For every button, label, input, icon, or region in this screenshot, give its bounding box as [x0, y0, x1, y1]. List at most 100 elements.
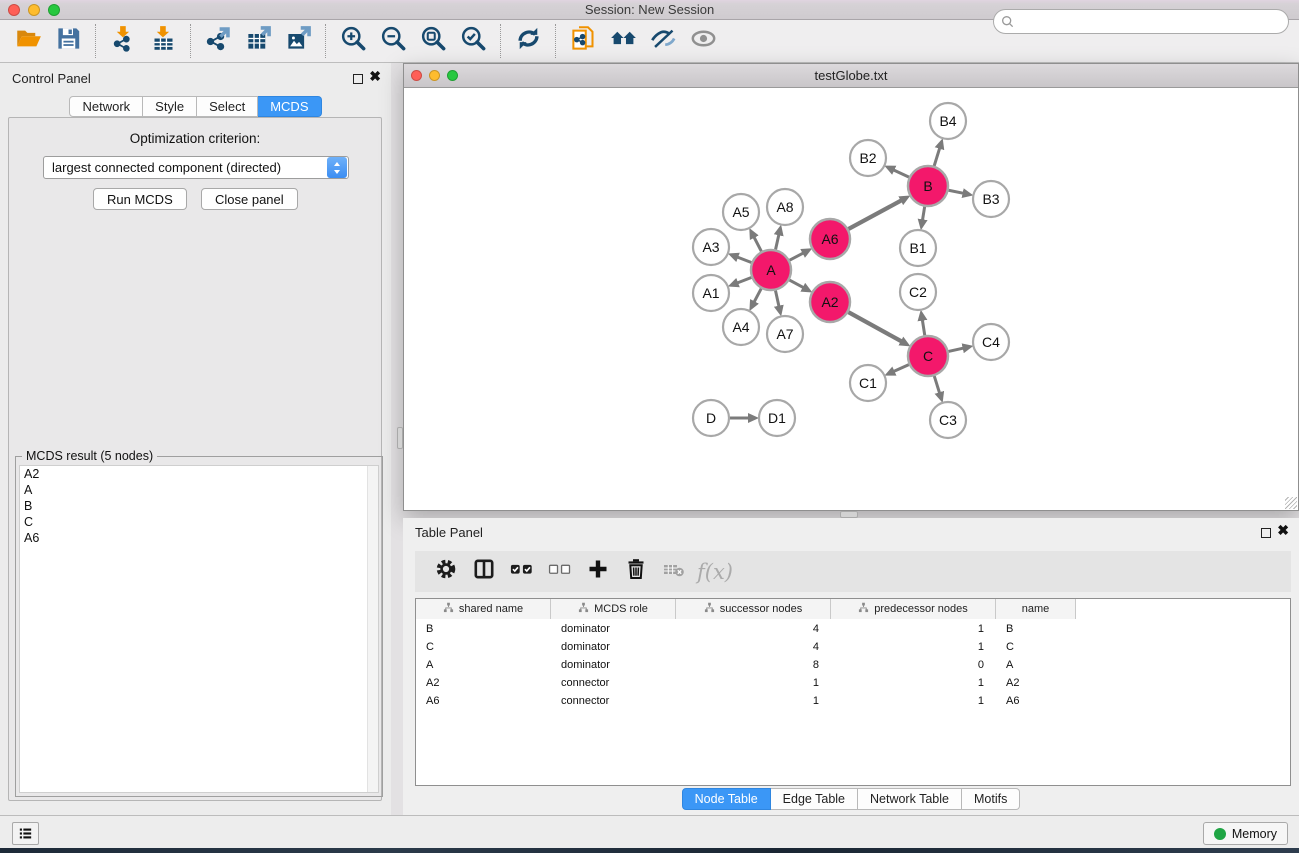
graph-node-C[interactable]: C	[908, 336, 948, 376]
graph-node-A4[interactable]: A4	[723, 309, 759, 345]
graph-node-D[interactable]: D	[693, 400, 729, 436]
clone-network-button[interactable]	[563, 24, 603, 58]
table-cell[interactable]: 8	[676, 657, 831, 673]
open-session-button[interactable]	[8, 24, 48, 58]
zoom-in-button[interactable]	[333, 24, 373, 58]
graph-edge-C-C1[interactable]	[894, 365, 909, 372]
column-header-predecessor-nodes[interactable]: predecessor nodes	[831, 599, 996, 619]
select-all-columns-button[interactable]	[503, 555, 541, 589]
graph-edge-B-B3[interactable]	[949, 190, 964, 193]
graph-node-A3[interactable]: A3	[693, 229, 729, 265]
tab-motifs[interactable]: Motifs	[962, 788, 1020, 810]
run-mcds-button[interactable]: Run MCDS	[93, 188, 187, 210]
unselect-all-columns-button[interactable]	[541, 555, 579, 589]
show-all-button[interactable]	[683, 24, 723, 58]
import-table-button[interactable]	[143, 24, 183, 58]
horizontal-split-handle[interactable]	[840, 511, 858, 518]
graph-node-B3[interactable]: B3	[973, 181, 1009, 217]
graph-edge-A-A1[interactable]	[737, 278, 751, 283]
column-header-successor-nodes[interactable]: successor nodes	[676, 599, 831, 619]
graph-edge-C-C2[interactable]	[922, 320, 924, 336]
task-history-button[interactable]	[12, 822, 39, 845]
show-columns-button[interactable]	[465, 555, 503, 589]
export-image-button[interactable]	[278, 24, 318, 58]
tab-network-table[interactable]: Network Table	[858, 788, 962, 810]
table-cell[interactable]: 4	[676, 621, 831, 637]
graph-edge-A-A6[interactable]	[790, 253, 804, 260]
vertical-split-handle[interactable]	[397, 427, 403, 449]
graph-edge-B-B1[interactable]	[922, 207, 924, 221]
mcds-result-item[interactable]: A	[20, 482, 378, 498]
table-cell[interactable]: A2	[996, 675, 1076, 691]
column-header-MCDS-role[interactable]: MCDS role	[551, 599, 676, 619]
graph-edge-A-A5[interactable]	[754, 237, 761, 251]
tab-style[interactable]: Style	[143, 96, 197, 117]
zoom-fit-button[interactable]	[413, 24, 453, 58]
graph-node-A7[interactable]: A7	[767, 316, 803, 352]
graph-node-B2[interactable]: B2	[850, 140, 886, 176]
mcds-result-item[interactable]: C	[20, 514, 378, 530]
table-cell[interactable]: 1	[676, 693, 831, 709]
table-cell[interactable]: 1	[831, 621, 996, 637]
graph-node-D1[interactable]: D1	[759, 400, 795, 436]
table-cell[interactable]: connector	[551, 675, 676, 691]
graph-node-A5[interactable]: A5	[723, 194, 759, 230]
import-network-button[interactable]	[103, 24, 143, 58]
table-row[interactable]: A6connector11A6	[416, 693, 1290, 709]
criterion-select[interactable]: largest connected component (directed)	[43, 156, 349, 179]
graph-node-B4[interactable]: B4	[930, 103, 966, 139]
window-resize-grip[interactable]	[1285, 497, 1297, 509]
graph-node-B[interactable]: B	[908, 166, 948, 206]
table-cell[interactable]: A6	[996, 693, 1076, 709]
search-field[interactable]	[993, 9, 1289, 34]
tab-select[interactable]: Select	[197, 96, 258, 117]
network-graph-canvas[interactable]: B4B2BB3A5A8A6B1A3AC2A1A2A4A7C4CC1DD1C3	[405, 89, 1298, 510]
graph-edge-B-B4[interactable]	[934, 148, 940, 166]
graph-edge-A-A2[interactable]	[789, 280, 803, 288]
mcds-result-item[interactable]: A6	[20, 530, 378, 546]
table-cell[interactable]: 1	[831, 675, 996, 691]
first-neighbors-button[interactable]	[603, 24, 643, 58]
refresh-layout-button[interactable]	[508, 24, 548, 58]
graph-node-A2[interactable]: A2	[810, 282, 850, 322]
mcds-result-item[interactable]: A2	[20, 466, 378, 482]
graph-node-A8[interactable]: A8	[767, 189, 803, 225]
table-cell[interactable]: 1	[831, 693, 996, 709]
table-row[interactable]: Adominator80A	[416, 657, 1290, 673]
table-cell[interactable]: A6	[416, 693, 551, 709]
network-window-titlebar[interactable]: testGlobe.txt	[404, 64, 1298, 88]
graph-node-A6[interactable]: A6	[810, 219, 850, 259]
table-cell[interactable]: dominator	[551, 621, 676, 637]
tab-mcds[interactable]: MCDS	[258, 96, 321, 117]
graph-node-C4[interactable]: C4	[973, 324, 1009, 360]
graph-node-B1[interactable]: B1	[900, 230, 936, 266]
table-cell[interactable]: dominator	[551, 657, 676, 673]
graph-edge-A-A4[interactable]	[754, 289, 761, 303]
table-row[interactable]: A2connector11A2	[416, 675, 1290, 691]
close-panel-icon[interactable]: ✖	[369, 68, 381, 85]
graph-edge-B-B2[interactable]	[893, 170, 909, 177]
memory-button[interactable]: Memory	[1203, 822, 1288, 845]
mcds-result-list[interactable]: A2ABCA6	[19, 465, 379, 793]
column-header-shared-name[interactable]: shared name	[416, 599, 551, 619]
table-row[interactable]: Bdominator41B	[416, 621, 1290, 637]
graph-node-C3[interactable]: C3	[930, 402, 966, 438]
float-table-panel-icon[interactable]	[1261, 528, 1271, 538]
float-panel-icon[interactable]	[353, 74, 363, 84]
table-cell[interactable]: C	[996, 639, 1076, 655]
table-cell[interactable]: C	[416, 639, 551, 655]
new-column-button[interactable]	[579, 555, 617, 589]
graph-node-C2[interactable]: C2	[900, 274, 936, 310]
graph-edge-C-C4[interactable]	[948, 348, 963, 351]
table-cell[interactable]: 1	[676, 675, 831, 691]
table-row[interactable]: Cdominator41C	[416, 639, 1290, 655]
save-session-button[interactable]	[48, 24, 88, 58]
table-cell[interactable]: 0	[831, 657, 996, 673]
graph-edge-A-A3[interactable]	[737, 257, 751, 262]
table-cell[interactable]: connector	[551, 693, 676, 709]
export-table-button[interactable]	[238, 24, 278, 58]
tab-node-table[interactable]: Node Table	[682, 788, 771, 810]
graph-edge-A-A7[interactable]	[775, 291, 779, 307]
tab-edge-table[interactable]: Edge Table	[771, 788, 858, 810]
graph-edge-C-C3[interactable]	[934, 376, 939, 393]
